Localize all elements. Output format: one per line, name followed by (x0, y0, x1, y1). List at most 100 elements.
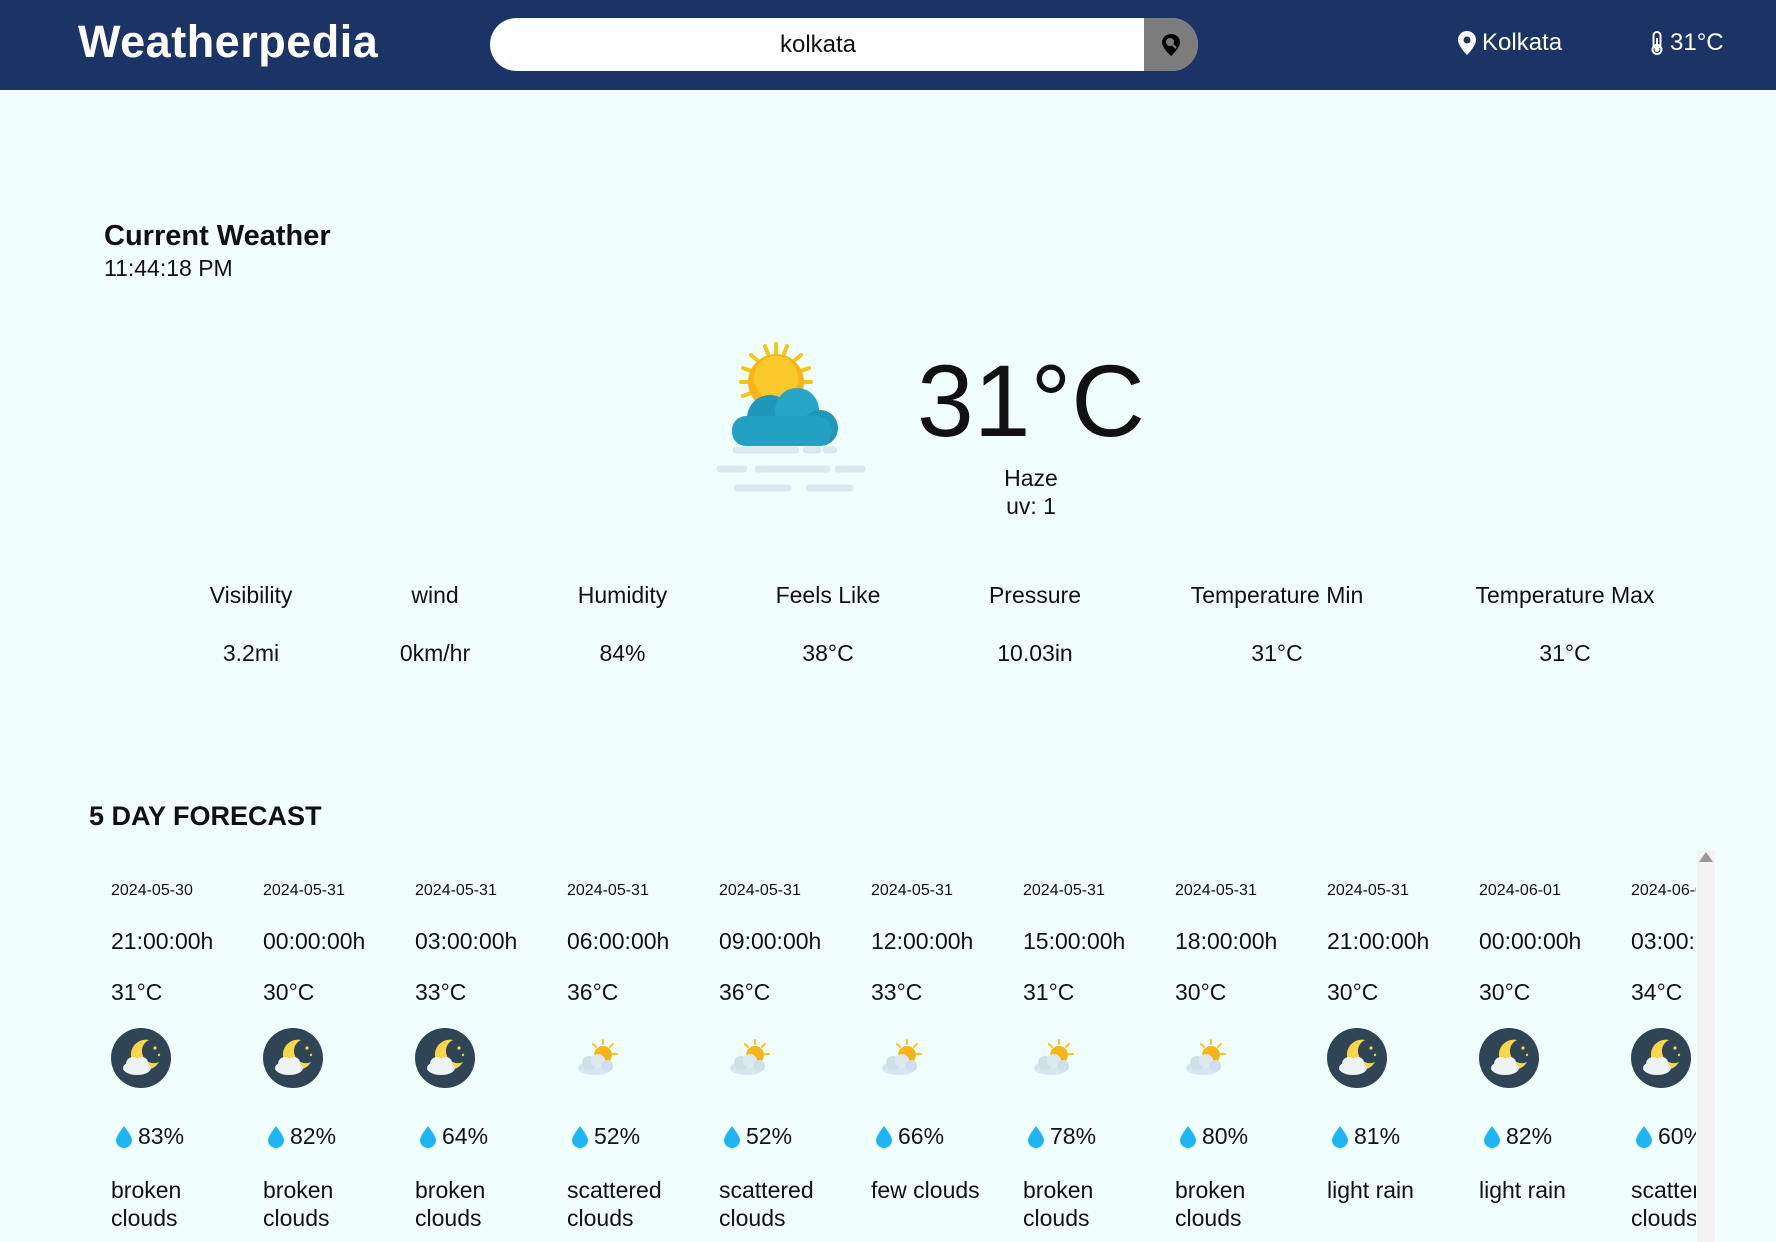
forecast-card: 2024-05-31 15:00:00h 31°C 78% broken clouds (1008, 860, 1160, 1242)
forecast-description: few clouds (871, 1177, 980, 1203)
forecast-humidity-value: 52% (746, 1123, 793, 1149)
forecast-humidity-value: 83% (138, 1123, 185, 1149)
stat-label: Humidity (577, 582, 668, 608)
forecast-card: 2024-05-31 00:00:00h 30°C 82% broken clouds (248, 860, 400, 1242)
location-search-icon (1162, 33, 1180, 56)
sun-cloud-icon (1023, 1028, 1083, 1088)
forecast-humidity-value: 81% (1354, 1123, 1401, 1149)
forecast-time: 21:00:00h (1327, 928, 1430, 954)
forecast-temp: 36°C (719, 979, 771, 1005)
moon-cloud-icon (1479, 1028, 1539, 1088)
forecast-humidity: 80% (1180, 1123, 1248, 1150)
forecast-date: 2024-05-31 (719, 882, 801, 899)
current-weather-title: Current Weather (104, 220, 331, 252)
stat-temp-min: Temperature Min 31°C (1172, 582, 1382, 667)
forecast-description: scattered clouds (1631, 1177, 1696, 1231)
forecast-humidity: 82% (268, 1123, 336, 1150)
sun-cloud-icon (567, 1028, 627, 1088)
forecast-humidity-value: 60% (1658, 1123, 1696, 1149)
forecast-temp: 33°C (415, 979, 467, 1005)
forecast-description: broken clouds (111, 1177, 182, 1231)
forecast-time: 03:00:00h (415, 928, 518, 954)
forecast-date: 2024-05-31 (1023, 882, 1105, 899)
forecast-card: 2024-05-31 21:00:00h 30°C 81% light rain (1312, 860, 1464, 1242)
forecast-temp: 31°C (111, 979, 163, 1005)
water-drop-icon (1484, 1125, 1500, 1148)
forecast-date: 2024-05-31 (871, 882, 953, 899)
forecast-description: broken clouds (415, 1177, 486, 1231)
forecast-time: 21:00:00h (111, 928, 214, 954)
water-drop-icon (116, 1125, 132, 1148)
nav-location: Kolkata (1458, 29, 1562, 57)
forecast-humidity: 81% (1332, 1123, 1400, 1150)
water-drop-icon (876, 1125, 892, 1148)
forecast-card: 2024-05-31 09:00:00h 36°C 52% scattered clo… (704, 860, 856, 1242)
sun-cloud-icon (719, 1028, 779, 1088)
forecast-humidity-value: 52% (594, 1123, 641, 1149)
forecast-humidity: 52% (724, 1123, 792, 1150)
forecast-date: 2024-05-31 (263, 882, 345, 899)
forecast-temp: 30°C (263, 979, 315, 1005)
forecast-card: 2024-05-31 18:00:00h 30°C 80% broken clouds (1160, 860, 1312, 1242)
stat-value: 3.2mi (222, 640, 280, 666)
forecast-date: 2024-05-30 (111, 882, 193, 899)
forecast-time: 09:00:00h (719, 928, 822, 954)
moon-cloud-icon (1631, 1028, 1691, 1088)
stat-visibility: Visibility 3.2mi (190, 582, 312, 667)
moon-cloud-icon (1327, 1028, 1387, 1088)
forecast-temp: 36°C (567, 979, 619, 1005)
forecast-humidity: 78% (1028, 1123, 1096, 1150)
forecast-humidity: 60% (1636, 1123, 1696, 1150)
nav-temperature: 31°C (1650, 29, 1724, 57)
forecast-card: 2024-06-01 03:00:00h 34°C 60% scattered clo… (1616, 860, 1696, 1242)
stat-value: 10.03in (997, 640, 1073, 666)
search-input[interactable] (490, 18, 1146, 71)
forecast-scroll-area[interactable]: 2024-05-30 21:00:00h 31°C 83% broken clouds… (96, 860, 1696, 1242)
search-button[interactable] (1144, 18, 1198, 71)
scroll-up-arrow-icon[interactable] (1699, 852, 1713, 862)
forecast-humidity: 64% (420, 1123, 488, 1150)
search-bar (490, 18, 1198, 71)
navbar: Weatherpedia Kolkata 31°C (0, 0, 1776, 90)
nav-location-label: Kolkata (1482, 29, 1563, 56)
forecast-time: 18:00:00h (1175, 928, 1278, 954)
forecast-humidity-value: 82% (290, 1123, 337, 1149)
forecast-description: light rain (1327, 1177, 1414, 1203)
stat-value: 38°C (802, 640, 854, 666)
scrollbar[interactable] (1697, 850, 1715, 1242)
forecast-card: 2024-05-31 06:00:00h 36°C 52% scattered clo… (552, 860, 704, 1242)
forecast-date: 2024-05-31 (1327, 882, 1409, 899)
forecast-description: light rain (1479, 1177, 1566, 1203)
forecast-humidity: 66% (876, 1123, 944, 1150)
stat-label: Pressure (988, 582, 1082, 608)
forecast-card: 2024-06-01 00:00:00h 30°C 82% light rain (1464, 860, 1616, 1242)
forecast-card: 2024-05-31 12:00:00h 33°C 66% few clouds (856, 860, 1008, 1242)
forecast-description: scattered clouds (719, 1177, 814, 1231)
stat-humidity: Humidity 84% (560, 582, 685, 667)
sun-cloud-icon (1175, 1028, 1235, 1088)
forecast-humidity-value: 66% (898, 1123, 945, 1149)
stat-label: Feels Like (775, 582, 881, 608)
forecast-temp: 30°C (1327, 979, 1379, 1005)
thermometer-icon (1651, 31, 1663, 55)
water-drop-icon (1028, 1125, 1044, 1148)
forecast-date: 2024-05-31 (567, 882, 649, 899)
forecast-temp: 30°C (1175, 979, 1227, 1005)
forecast-humidity: 52% (572, 1123, 640, 1150)
current-condition: Haze (1004, 465, 1058, 491)
stat-label: Visibility (209, 582, 293, 608)
water-drop-icon (724, 1125, 740, 1148)
sun-cloud-haze-icon (716, 342, 866, 492)
forecast-date: 2024-06-01 (1479, 882, 1561, 899)
forecast-card: 2024-05-31 03:00:00h 33°C 64% broken clouds (400, 860, 552, 1242)
stat-value: 31°C (1251, 640, 1303, 666)
forecast-humidity-value: 80% (1202, 1123, 1249, 1149)
brand-logo[interactable]: Weatherpedia (78, 16, 378, 68)
forecast-time: 03:00:00h (1631, 928, 1696, 954)
map-pin-icon (1458, 31, 1476, 55)
forecast-time: 06:00:00h (567, 928, 670, 954)
forecast-temp: 31°C (1023, 979, 1075, 1005)
forecast-time: 15:00:00h (1023, 928, 1126, 954)
water-drop-icon (420, 1125, 436, 1148)
moon-cloud-icon (111, 1028, 171, 1088)
